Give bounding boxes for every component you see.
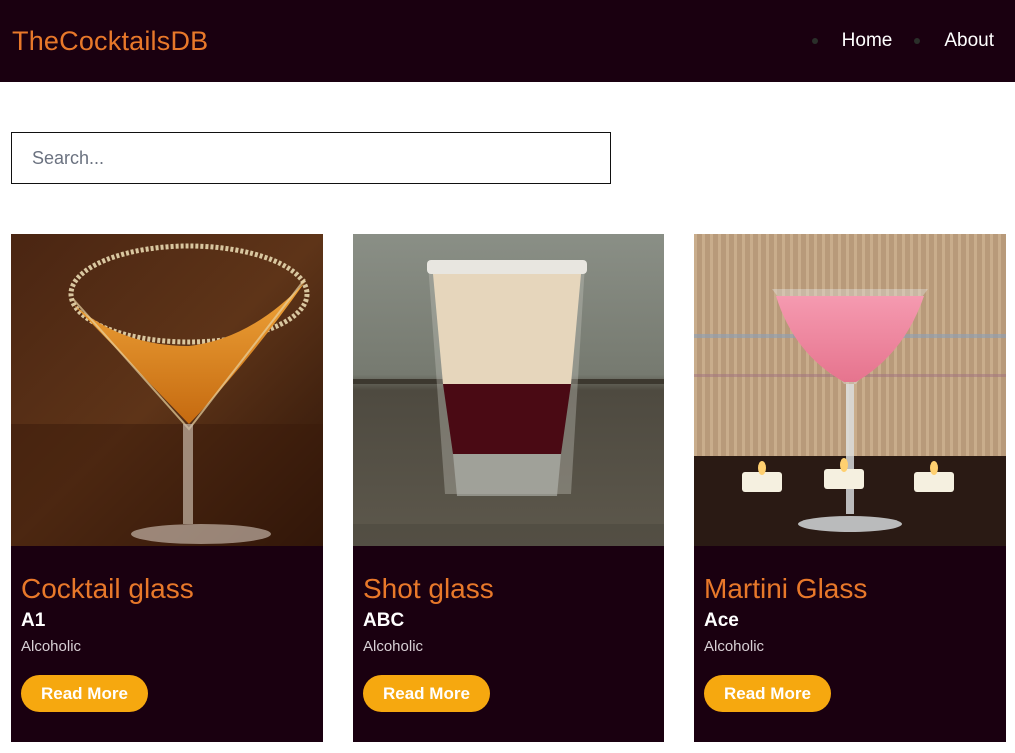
- card-alcoholic-label: Alcoholic: [21, 638, 82, 655]
- nav-menu: Home About: [790, 30, 994, 52]
- card-body: Cocktail glass A1 Alcoholic Read More: [11, 546, 323, 712]
- nav-link-home[interactable]: Home: [842, 30, 893, 52]
- cocktail-image: [353, 234, 664, 546]
- martini-glass-photo: [694, 234, 1006, 546]
- cocktail-card: Cocktail glass A1 Alcoholic Read More: [11, 234, 323, 742]
- nav-item-about: About: [914, 30, 994, 52]
- nav-link-about[interactable]: About: [944, 30, 994, 52]
- card-drink-name: ABC: [363, 610, 405, 631]
- brand-logo[interactable]: TheCocktailsDB: [12, 26, 208, 57]
- nav-item-home: Home: [811, 30, 893, 52]
- card-drink-name: A1: [21, 610, 46, 631]
- bullet-icon: [811, 38, 818, 44]
- card-alcoholic-label: Alcoholic: [704, 638, 765, 655]
- bullet-icon: [914, 38, 921, 44]
- card-drink-name: Ace: [704, 610, 739, 631]
- cocktail-glass-photo: [11, 234, 323, 546]
- cocktail-image: [11, 234, 323, 546]
- card-body: Shot glass ABC Alcoholic Read More: [353, 546, 664, 712]
- card-glass-title: Martini Glass: [704, 573, 868, 604]
- navbar: TheCocktailsDB Home About: [0, 0, 1015, 82]
- cocktail-card: Martini Glass Ace Alcoholic Read More: [694, 234, 1006, 742]
- read-more-button[interactable]: Read More: [21, 675, 148, 712]
- card-glass-title: Shot glass: [363, 573, 494, 604]
- read-more-button[interactable]: Read More: [704, 675, 831, 712]
- shot-glass-photo: [353, 234, 664, 546]
- card-body: Martini Glass Ace Alcoholic Read More: [694, 546, 1006, 712]
- search-input[interactable]: [11, 132, 611, 184]
- card-alcoholic-label: Alcoholic: [363, 638, 424, 655]
- cocktail-card: Shot glass ABC Alcoholic Read More: [353, 234, 664, 742]
- card-glass-title: Cocktail glass: [21, 573, 194, 604]
- cocktail-image: [694, 234, 1006, 546]
- read-more-button[interactable]: Read More: [363, 675, 490, 712]
